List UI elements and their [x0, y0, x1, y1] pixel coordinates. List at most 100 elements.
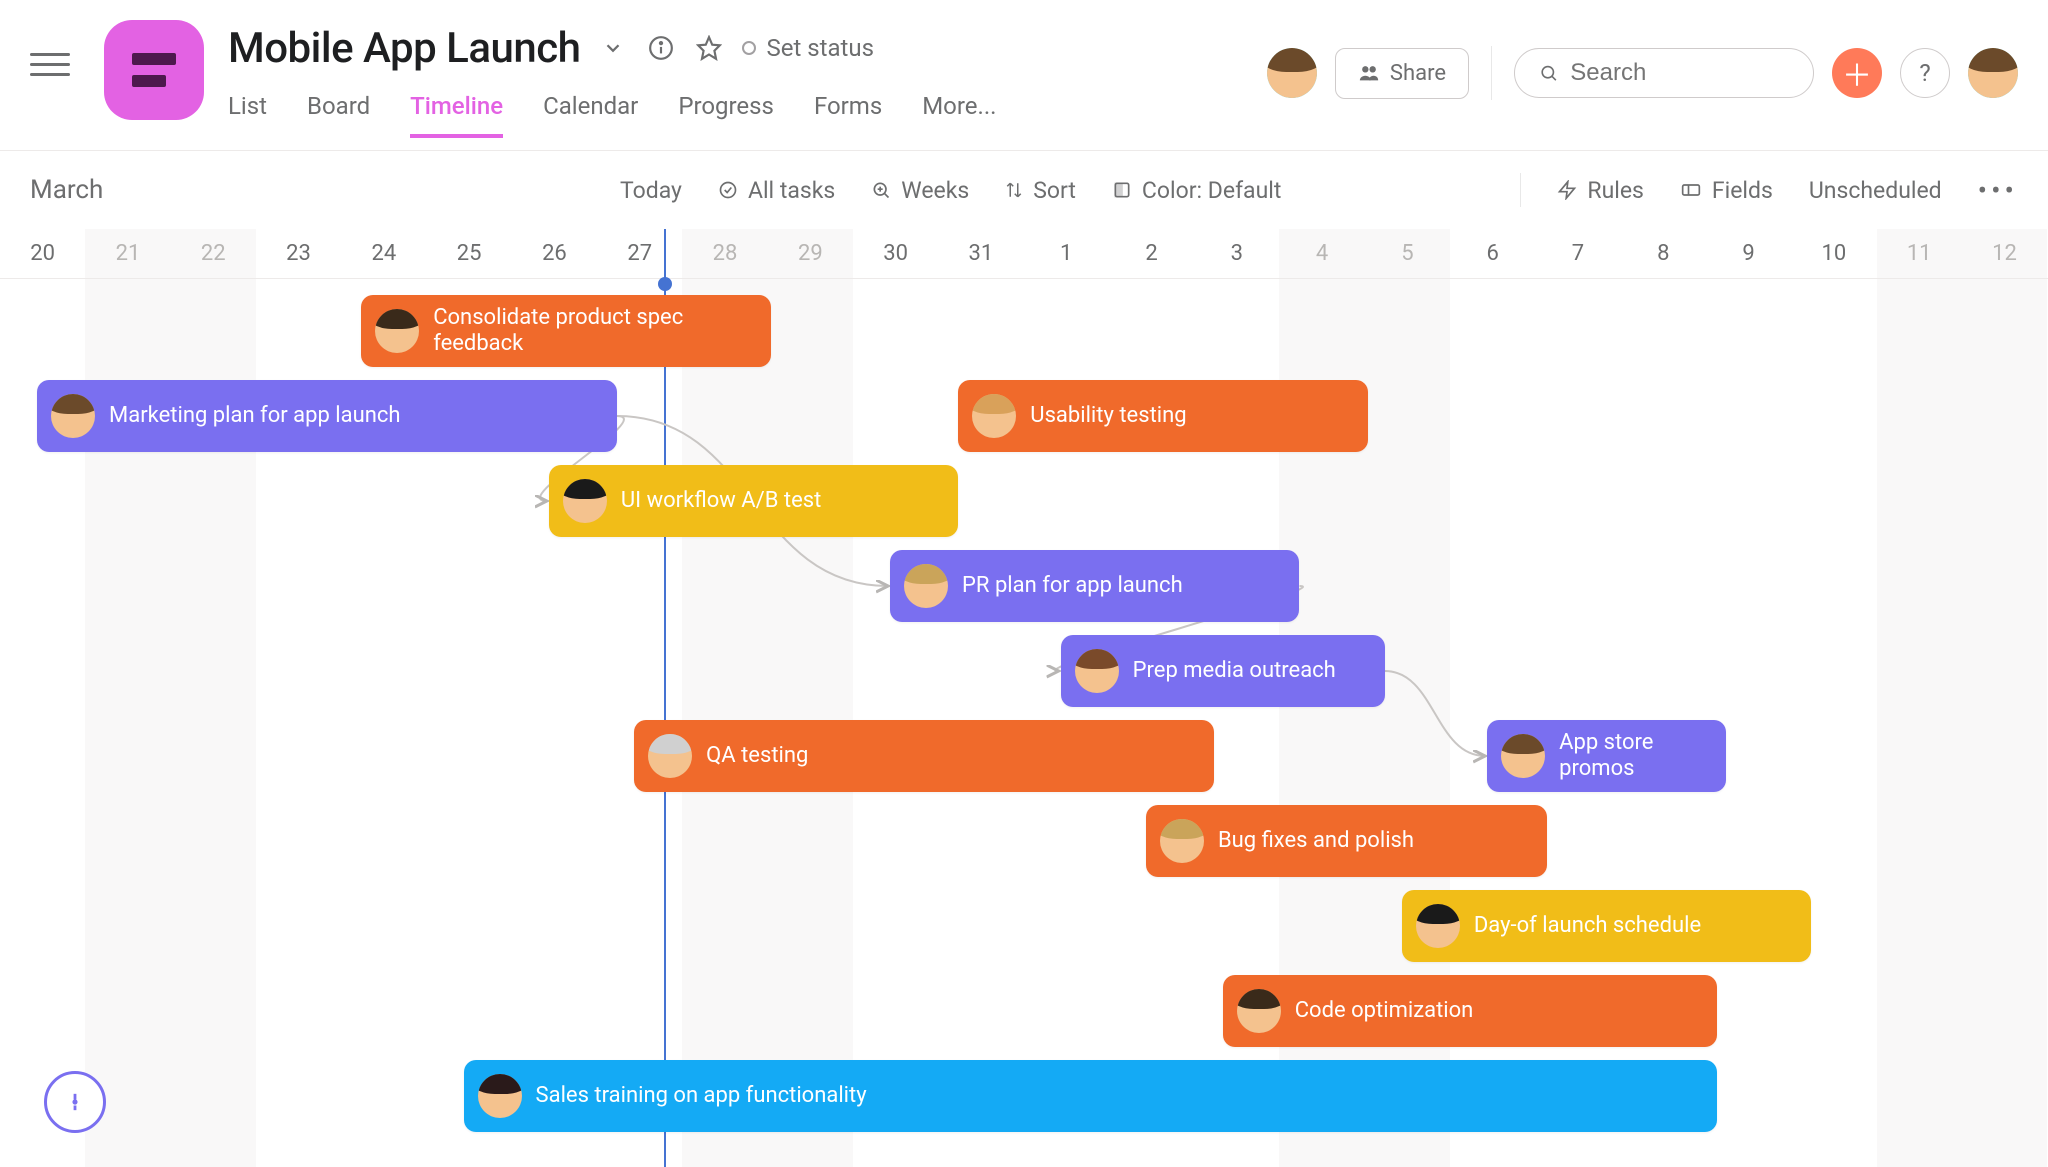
day-header[interactable]: 27: [597, 229, 682, 278]
color-button[interactable]: Color: Default: [1112, 177, 1281, 204]
date-header-row: 202122232425262728293031123456789101112: [0, 229, 2048, 279]
help-button[interactable]: ?: [1900, 48, 1950, 98]
project-dropdown-button[interactable]: [598, 33, 628, 63]
task-label: Bug fixes and polish: [1218, 828, 1414, 854]
month-label: March: [30, 175, 103, 205]
search-field[interactable]: [1514, 48, 1814, 98]
task-label: Code optimization: [1295, 998, 1474, 1024]
zoom-button[interactable]: Weeks: [871, 177, 969, 204]
task-label: PR plan for app launch: [962, 573, 1183, 599]
tab-calendar[interactable]: Calendar: [543, 92, 638, 138]
day-header[interactable]: 4: [1279, 229, 1364, 278]
sort-icon: [1005, 181, 1023, 199]
task-label: Usability testing: [1030, 403, 1186, 429]
task-bar[interactable]: App store promos: [1487, 720, 1726, 792]
day-header[interactable]: 24: [341, 229, 426, 278]
sort-button[interactable]: Sort: [1005, 177, 1076, 204]
assignee-avatar: [972, 394, 1016, 438]
tab-list[interactable]: List: [228, 92, 267, 138]
search-input[interactable]: [1570, 59, 1789, 87]
today-button[interactable]: Today: [620, 177, 682, 204]
divider: [1520, 173, 1521, 207]
task-label: Consolidate product spec feedback: [433, 305, 756, 358]
task-bar[interactable]: PR plan for app launch: [890, 550, 1299, 622]
day-header[interactable]: 9: [1706, 229, 1791, 278]
set-status-button[interactable]: Set status: [742, 34, 874, 62]
dependency-lines: [0, 229, 2048, 1129]
task-bar[interactable]: Prep media outreach: [1061, 635, 1385, 707]
task-bar[interactable]: Code optimization: [1223, 975, 1718, 1047]
lightning-icon: [1557, 180, 1577, 200]
day-header[interactable]: 22: [171, 229, 256, 278]
more-options-button[interactable]: •••: [1978, 174, 2018, 207]
search-icon: [1539, 62, 1558, 84]
day-header[interactable]: 11: [1877, 229, 1962, 278]
task-bar[interactable]: QA testing: [634, 720, 1214, 792]
fields-button[interactable]: Fields: [1680, 177, 1773, 204]
day-header[interactable]: 29: [768, 229, 853, 278]
assignee-avatar: [648, 734, 692, 778]
tab-forms[interactable]: Forms: [814, 92, 882, 138]
unscheduled-button[interactable]: Unscheduled: [1809, 177, 1942, 204]
task-bar[interactable]: Usability testing: [958, 380, 1367, 452]
day-header[interactable]: 21: [85, 229, 170, 278]
day-header[interactable]: 7: [1535, 229, 1620, 278]
share-button[interactable]: Share: [1335, 48, 1469, 99]
day-header[interactable]: 1: [1024, 229, 1109, 278]
assignee-avatar: [563, 479, 607, 523]
app-header: Mobile App Launch Set status List Board Ti…: [0, 0, 2048, 150]
day-header[interactable]: 10: [1791, 229, 1876, 278]
day-header[interactable]: 12: [1962, 229, 2047, 278]
project-icon[interactable]: [104, 20, 204, 120]
assignee-avatar: [51, 394, 95, 438]
assignee-avatar: [1501, 734, 1545, 778]
day-header[interactable]: 20: [0, 229, 85, 278]
task-bar[interactable]: Consolidate product spec feedback: [361, 295, 770, 367]
assignee-avatar: [1416, 904, 1460, 948]
people-icon: [1358, 62, 1380, 84]
task-bar[interactable]: UI workflow A/B test: [549, 465, 958, 537]
task-bar[interactable]: Marketing plan for app launch: [37, 380, 617, 452]
day-header[interactable]: 5: [1365, 229, 1450, 278]
filter-tasks-button[interactable]: All tasks: [718, 177, 835, 204]
day-header[interactable]: 30: [853, 229, 938, 278]
task-label: Prep media outreach: [1133, 658, 1336, 684]
task-bar[interactable]: Bug fixes and polish: [1146, 805, 1547, 877]
day-header[interactable]: 8: [1621, 229, 1706, 278]
day-header[interactable]: 2: [1109, 229, 1194, 278]
task-label: Day-of launch schedule: [1474, 913, 1701, 939]
task-bar[interactable]: Day-of launch schedule: [1402, 890, 1811, 962]
check-circle-icon: [718, 180, 738, 200]
color-icon: [1112, 180, 1132, 200]
info-icon[interactable]: [646, 33, 676, 63]
floating-help-button[interactable]: [44, 1071, 106, 1133]
assignee-avatar: [478, 1074, 522, 1118]
rules-button[interactable]: Rules: [1557, 177, 1644, 204]
timeline-toolbar: March Today All tasks Weeks Sort Color: …: [0, 151, 2048, 229]
star-icon[interactable]: [694, 33, 724, 63]
day-header[interactable]: 25: [426, 229, 511, 278]
day-header[interactable]: 26: [512, 229, 597, 278]
day-header[interactable]: 3: [1194, 229, 1279, 278]
task-label: App store promos: [1559, 730, 1712, 783]
tab-timeline[interactable]: Timeline: [410, 92, 503, 138]
day-header[interactable]: 31: [938, 229, 1023, 278]
day-header[interactable]: 28: [682, 229, 767, 278]
current-user-avatar[interactable]: [1968, 48, 2018, 98]
member-avatar[interactable]: [1267, 48, 1317, 98]
zoom-icon: [871, 180, 891, 200]
quick-add-button[interactable]: ＋: [1832, 48, 1882, 98]
tab-board[interactable]: Board: [307, 92, 370, 138]
task-bar[interactable]: Sales training on app functionality: [464, 1060, 1718, 1132]
day-header[interactable]: 6: [1450, 229, 1535, 278]
day-header[interactable]: 23: [256, 229, 341, 278]
tab-progress[interactable]: Progress: [678, 92, 774, 138]
set-status-label: Set status: [766, 34, 874, 62]
project-title[interactable]: Mobile App Launch: [228, 24, 580, 73]
menu-toggle-button[interactable]: [30, 44, 70, 84]
tab-more[interactable]: More...: [922, 92, 996, 138]
timeline[interactable]: 202122232425262728293031123456789101112 …: [0, 229, 2048, 1167]
share-label: Share: [1390, 61, 1446, 86]
status-dot-icon: [742, 41, 756, 55]
today-indicator-line: [664, 229, 666, 1167]
